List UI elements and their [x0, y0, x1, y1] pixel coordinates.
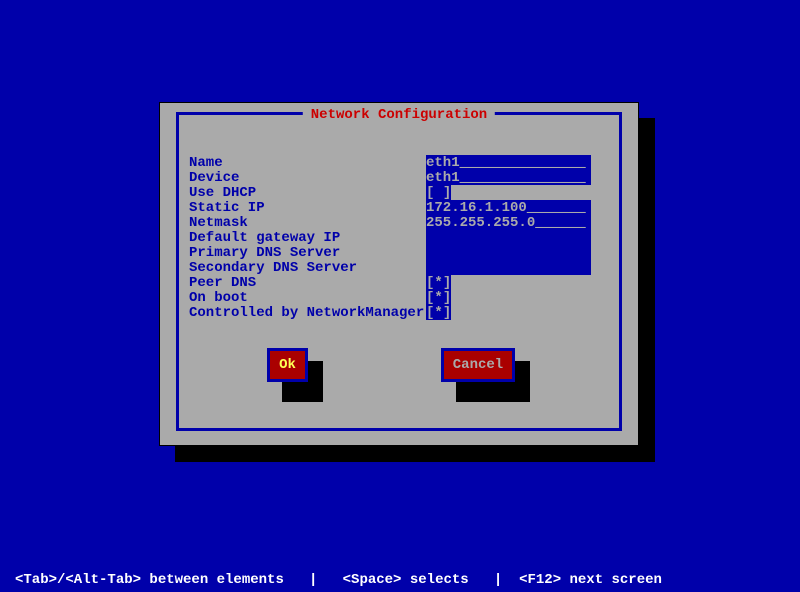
row-device: Device eth1_______________: [189, 170, 618, 185]
row-peer-dns: Peer DNS [*]: [189, 275, 618, 290]
label-secondary-dns: Secondary DNS Server: [189, 260, 357, 276]
input-primary-dns[interactable]: [426, 245, 591, 260]
row-use-dhcp: Use DHCP [ ]: [189, 185, 618, 200]
input-name[interactable]: eth1_______________: [426, 155, 591, 170]
checkbox-on-boot[interactable]: [*]: [426, 290, 451, 305]
row-primary-dns: Primary DNS Server: [189, 245, 618, 260]
input-secondary-dns[interactable]: [426, 260, 591, 275]
input-device[interactable]: eth1_______________: [426, 170, 591, 185]
label-name: Name: [189, 155, 223, 171]
label-gateway: Default gateway IP: [189, 230, 340, 246]
label-device: Device: [189, 170, 239, 186]
ok-label: Ok: [279, 357, 296, 373]
label-primary-dns: Primary DNS Server: [189, 245, 340, 261]
title-text: Network Configuration: [311, 107, 487, 123]
dialog: Network Configuration Name eth1_________…: [159, 102, 639, 446]
cancel-button[interactable]: Cancel: [441, 348, 515, 382]
input-static-ip[interactable]: 172.16.1.100_______: [426, 200, 591, 215]
input-netmask[interactable]: 255.255.255.0______: [426, 215, 591, 230]
label-use-dhcp: Use DHCP: [189, 185, 256, 201]
checkbox-peer-dns[interactable]: [*]: [426, 275, 451, 290]
cancel-label: Cancel: [453, 357, 503, 373]
row-on-boot: On boot [*]: [189, 290, 618, 305]
label-on-boot: On boot: [189, 290, 248, 306]
row-networkmanager: Controlled by NetworkManager [*]: [189, 305, 618, 320]
ok-button[interactable]: Ok: [267, 348, 308, 382]
row-gateway: Default gateway IP: [189, 230, 618, 245]
label-networkmanager: Controlled by NetworkManager: [189, 305, 424, 321]
footer-hint: <Tab>/<Alt-Tab> between elements | <Spac…: [15, 572, 662, 592]
dialog-title: Network Configuration: [303, 107, 495, 123]
input-gateway[interactable]: [426, 230, 591, 245]
label-netmask: Netmask: [189, 215, 248, 231]
row-static-ip: Static IP 172.16.1.100_______: [189, 200, 618, 215]
form-area: Name eth1_______________ Device eth1____…: [189, 155, 618, 320]
row-secondary-dns: Secondary DNS Server: [189, 260, 618, 275]
button-row: Ok Cancel: [160, 348, 638, 408]
checkbox-networkmanager[interactable]: [*]: [426, 305, 451, 320]
checkbox-use-dhcp[interactable]: [ ]: [426, 185, 451, 200]
row-name: Name eth1_______________: [189, 155, 618, 170]
row-netmask: Netmask 255.255.255.0______: [189, 215, 618, 230]
label-peer-dns: Peer DNS: [189, 275, 256, 291]
label-static-ip: Static IP: [189, 200, 265, 216]
